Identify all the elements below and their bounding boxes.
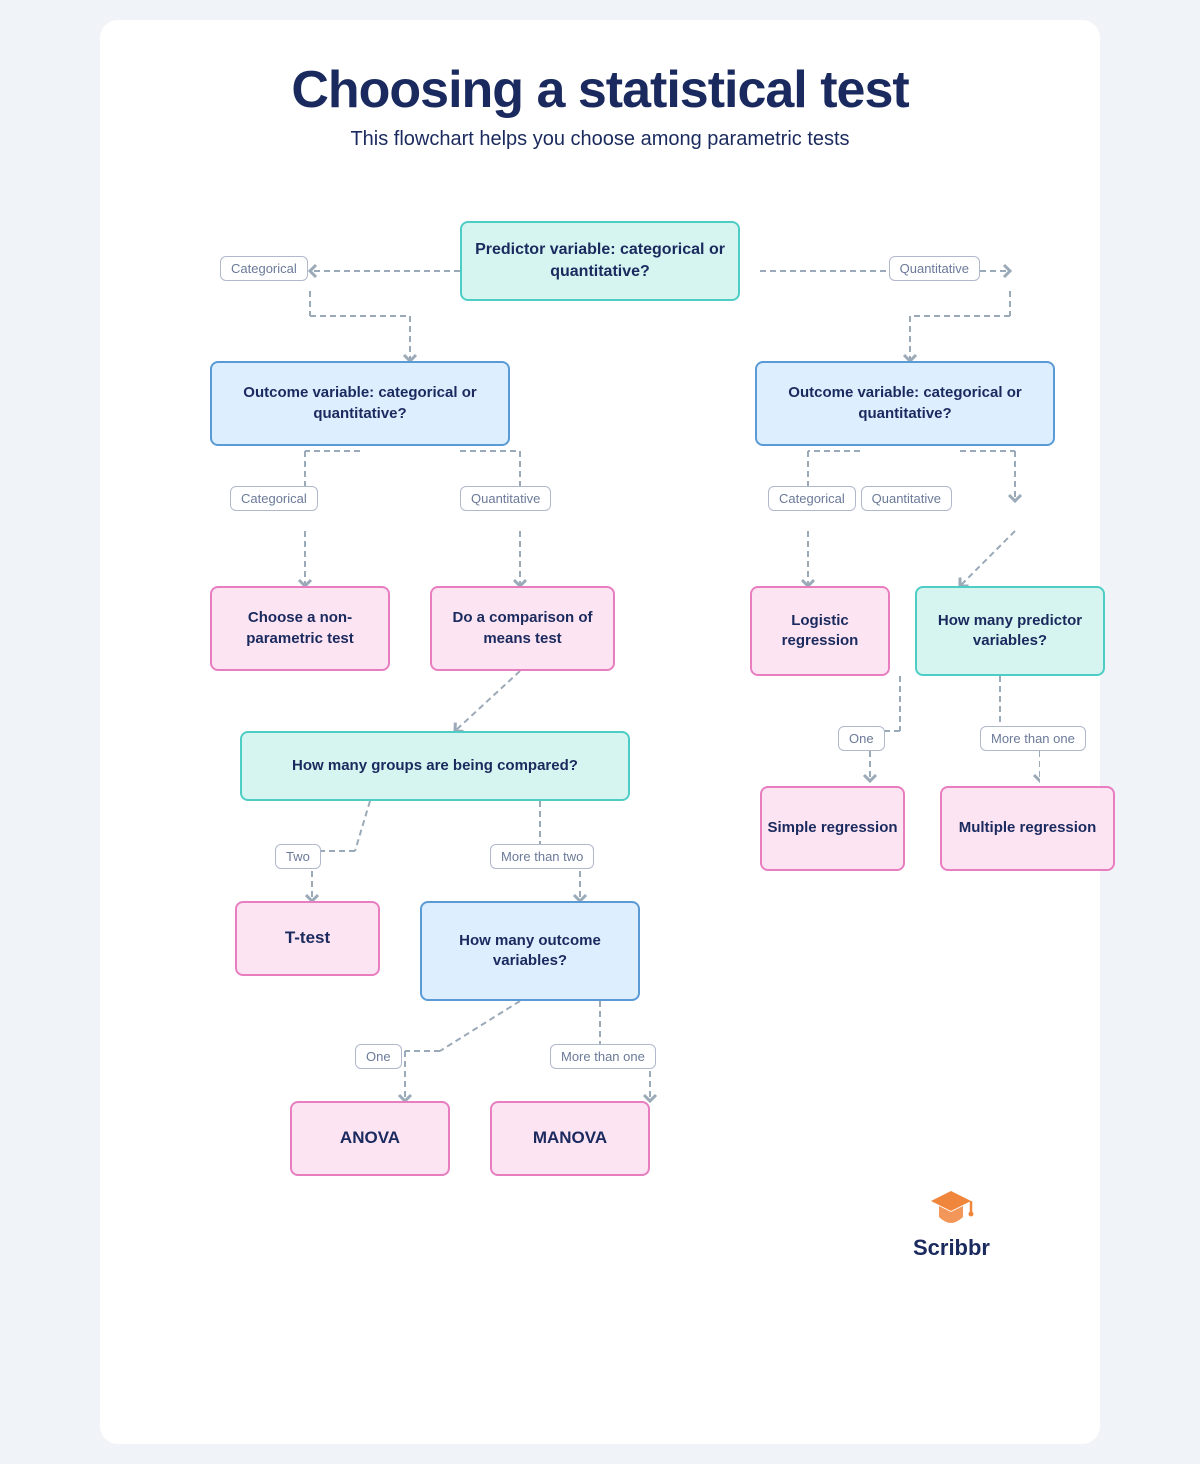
how-many-predictor-box: How many predictor variables?: [915, 586, 1105, 676]
label-quantitative-top-right: Quantitative: [889, 256, 980, 281]
scribbr-icon: [927, 1183, 975, 1231]
logistic-box: Logistic regression: [750, 586, 890, 676]
flowchart: Predictor variable: categorical or quant…: [160, 191, 1040, 1291]
label-more-than-two: More than two: [490, 844, 594, 869]
page-subtitle: This flowchart helps you choose among pa…: [160, 128, 1040, 151]
page-title: Choosing a statistical test: [160, 60, 1040, 120]
label-more-than-one-left: More than one: [550, 1044, 656, 1069]
manova-box: MANOVA: [490, 1101, 650, 1176]
non-parametric-box: Choose a non-parametric test: [210, 586, 390, 671]
page: Choosing a statistical test This flowcha…: [100, 20, 1100, 1444]
label-one-left: One: [355, 1044, 402, 1069]
label-two: Two: [275, 844, 321, 869]
label-one-right: One: [838, 726, 885, 751]
anova-box: ANOVA: [290, 1101, 450, 1176]
scribbr-logo: Scribbr: [913, 1183, 990, 1261]
comparison-box: Do a comparison of means test: [430, 586, 615, 671]
how-many-outcome-box: How many outcome variables?: [420, 901, 640, 1001]
outcome-left-box: Outcome variable: categorical or quantit…: [210, 361, 510, 446]
scribbr-name: Scribbr: [913, 1235, 990, 1261]
label-quantitative-right-l2: Quantitative: [861, 486, 952, 511]
label-quantitative-left-l2: Quantitative: [460, 486, 551, 511]
how-many-groups-box: How many groups are being compared?: [240, 731, 630, 801]
t-test-box: T-test: [235, 901, 380, 976]
label-more-than-one-right: More than one: [980, 726, 1086, 751]
label-categorical-right-l2: Categorical: [768, 486, 856, 511]
label-categorical-top-left: Categorical: [220, 256, 308, 281]
outcome-right-box: Outcome variable: categorical or quantit…: [755, 361, 1055, 446]
predictor-box: Predictor variable: categorical or quant…: [460, 221, 740, 301]
simple-regression-box: Simple regression: [760, 786, 905, 871]
label-categorical-left-l2: Categorical: [230, 486, 318, 511]
multiple-regression-box: Multiple regression: [940, 786, 1115, 871]
